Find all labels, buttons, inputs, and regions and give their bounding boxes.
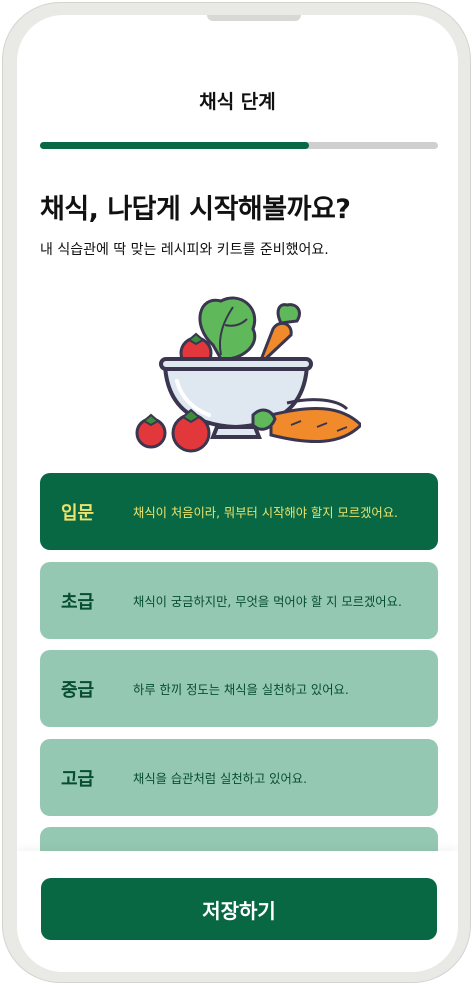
app-screen: 채식 단계 채식, 나답게 시작해볼까요? 내 식습관에 딱 맞는 레시피와 키… xyxy=(17,15,458,972)
save-button[interactable]: 저장하기 xyxy=(41,878,437,940)
page-title: 채식 단계 xyxy=(199,91,276,113)
level-name: 고급 xyxy=(61,768,95,790)
progress-bar xyxy=(40,142,438,149)
subheadline: 내 식습관에 딱 맞는 레시피와 키트를 준비했어요. xyxy=(40,242,329,258)
headline: 채식, 나답게 시작해볼까요? xyxy=(40,194,351,225)
level-option-beginner[interactable]: 입문 채식이 처음이라, 뭐부터 시작해야 할지 모르겠어요. xyxy=(40,473,438,550)
level-option-advanced[interactable]: 고급 채식을 습관처럼 실천하고 있어요. xyxy=(40,739,438,816)
level-name: 초급 xyxy=(61,591,95,613)
vegetable-bowl-icon xyxy=(135,296,361,453)
level-option-intermediate[interactable]: 중급 하루 한끼 정도는 채식을 실천하고 있어요. xyxy=(40,650,438,727)
level-option-novice[interactable]: 초급 채식이 궁금하지만, 무엇을 먹어야 할 지 모르겠어요. xyxy=(40,562,438,639)
level-name: 중급 xyxy=(61,679,95,701)
level-description: 하루 한끼 정도는 채식을 실천하고 있어요. xyxy=(133,682,349,697)
progress-fill xyxy=(40,142,310,149)
phone-frame: 채식 단계 채식, 나답게 시작해볼까요? 내 식습관에 딱 맞는 레시피와 키… xyxy=(2,2,471,983)
level-name: 입문 xyxy=(61,502,95,524)
phone-notch xyxy=(207,15,301,21)
level-description: 채식이 궁금하지만, 무엇을 먹어야 할 지 모르겠어요. xyxy=(133,594,402,609)
level-description: 채식이 처음이라, 뭐부터 시작해야 할지 모르겠어요. xyxy=(133,505,398,520)
level-description: 채식을 습관처럼 실천하고 있어요. xyxy=(133,771,308,786)
